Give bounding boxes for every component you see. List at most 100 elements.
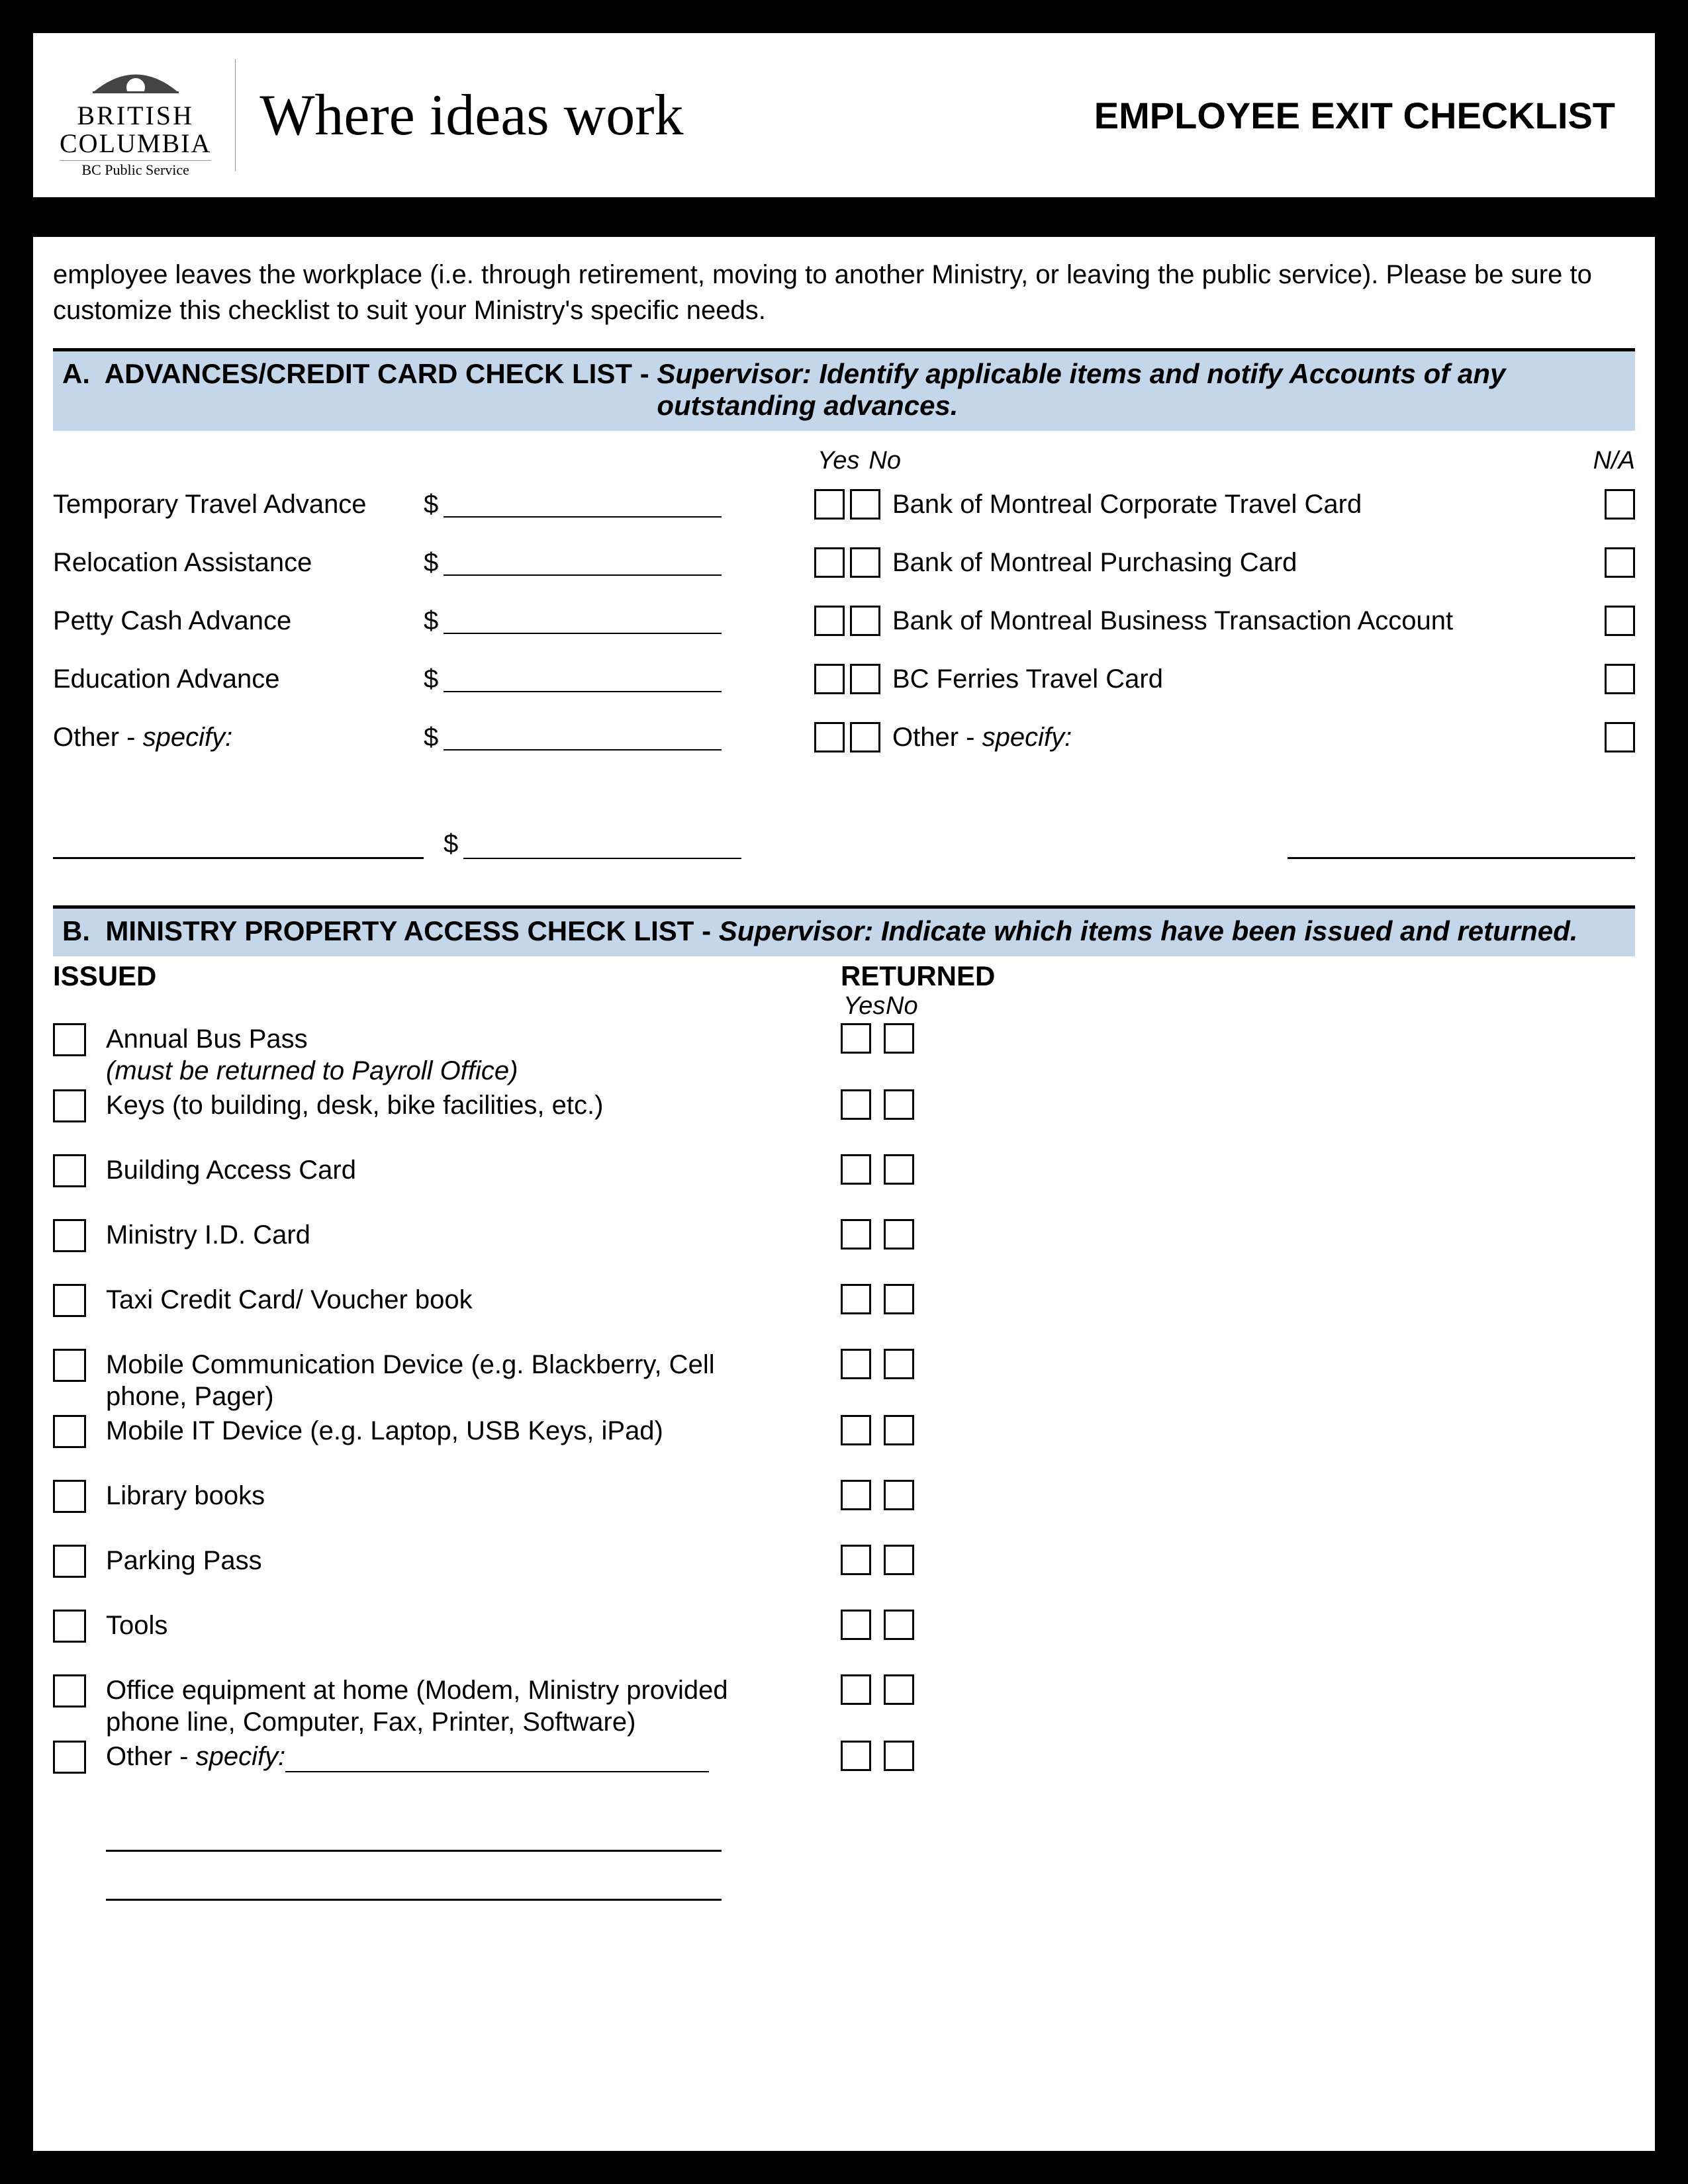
section-b-row: Parking Pass <box>53 1542 1635 1607</box>
amount-field[interactable] <box>444 608 722 634</box>
returned-yes-checkbox[interactable] <box>841 1023 871 1054</box>
advance-label: Petty Cash Advance <box>53 606 424 636</box>
section-b-row: Mobile Communication Device (e.g. Blackb… <box>53 1346 1635 1412</box>
issued-checkbox[interactable] <box>53 1674 86 1707</box>
no-checkbox[interactable] <box>850 489 880 520</box>
section-b-row: Other - specify: <box>53 1738 1635 1803</box>
issued-checkbox[interactable] <box>53 1545 86 1578</box>
issued-checkbox[interactable] <box>53 1741 86 1774</box>
currency: $ <box>424 723 444 752</box>
property-label: Office equipment at home (Modem, Ministr… <box>106 1674 794 1738</box>
property-label: Mobile Communication Device (e.g. Blackb… <box>106 1349 794 1412</box>
returned-no-checkbox[interactable] <box>884 1219 914 1250</box>
returned-yes-checkbox[interactable] <box>841 1349 871 1379</box>
other-line-2[interactable] <box>106 1868 722 1901</box>
card-label: Bank of Montreal Purchasing Card <box>892 548 1605 578</box>
no-checkbox[interactable] <box>850 547 880 578</box>
issued-checkbox[interactable] <box>53 1349 86 1382</box>
currency: $ <box>424 490 444 520</box>
intro-text: employee leaves the workplace (i.e. thro… <box>33 237 1655 341</box>
property-label: Other - specify: <box>106 1741 794 1772</box>
section-a-row: Relocation Assistance$Bank of Montreal P… <box>53 533 1635 592</box>
section-a-lead: A. ADVANCES/CREDIT CARD CHECK LIST - <box>62 358 657 422</box>
yes-checkbox[interactable] <box>814 489 845 520</box>
total-left-line[interactable] <box>53 826 424 859</box>
section-a-row: Education Advance$BC Ferries Travel Card <box>53 650 1635 708</box>
property-label: Taxi Credit Card/ Voucher book <box>106 1284 794 1316</box>
section-b-row: Building Access Card <box>53 1152 1635 1216</box>
issued-checkbox[interactable] <box>53 1480 86 1513</box>
issued-checkbox[interactable] <box>53 1154 86 1187</box>
returned-yes-checkbox[interactable] <box>841 1219 871 1250</box>
section-b-col-headers: ISSUED RETURNED <box>53 960 1635 992</box>
bc-logo: BRITISH COLUMBIA BC Public Service <box>60 53 211 177</box>
na-checkbox[interactable] <box>1605 722 1635 752</box>
returned-no-checkbox[interactable] <box>884 1089 914 1120</box>
no-checkbox[interactable] <box>850 664 880 694</box>
returned-no-checkbox[interactable] <box>884 1023 914 1054</box>
section-b-lead: B. MINISTRY PROPERTY ACCESS CHECK LIST - <box>62 915 719 947</box>
returned-yes-checkbox[interactable] <box>841 1610 871 1640</box>
yes-label: Yes <box>843 992 886 1021</box>
amount-field[interactable] <box>444 491 722 518</box>
section-b-row: Annual Bus Pass(must be returned to Payr… <box>53 1021 1635 1087</box>
yes-checkbox[interactable] <box>814 606 845 636</box>
amount-field[interactable] <box>444 666 722 692</box>
na-checkbox[interactable] <box>1605 664 1635 694</box>
returned-no-checkbox[interactable] <box>884 1741 914 1771</box>
advance-label: Temporary Travel Advance <box>53 490 424 520</box>
sunrise-icon <box>86 53 185 99</box>
issued-checkbox[interactable] <box>53 1219 86 1252</box>
na-checkbox[interactable] <box>1605 489 1635 520</box>
section-b-row: Library books <box>53 1477 1635 1542</box>
no-label: No <box>886 992 918 1021</box>
returned-no-checkbox[interactable] <box>884 1480 914 1510</box>
returned-no-checkbox[interactable] <box>884 1154 914 1185</box>
yes-checkbox[interactable] <box>814 547 845 578</box>
page: BRITISH COLUMBIA BC Public Service Where… <box>0 0 1688 2184</box>
no-checkbox[interactable] <box>850 722 880 752</box>
section-a: Yes No N/A Temporary Travel Advance$Bank… <box>53 447 1635 859</box>
other-line-1[interactable] <box>106 1819 722 1852</box>
returned-yes-checkbox[interactable] <box>841 1480 871 1510</box>
property-label: Annual Bus Pass(must be returned to Payr… <box>106 1023 794 1087</box>
advance-label: Relocation Assistance <box>53 548 424 578</box>
na-checkbox[interactable] <box>1605 547 1635 578</box>
issued-checkbox[interactable] <box>53 1610 86 1643</box>
issued-checkbox[interactable] <box>53 1415 86 1448</box>
issued-checkbox[interactable] <box>53 1023 86 1056</box>
returned-yes-checkbox[interactable] <box>841 1415 871 1445</box>
returned-yes-checkbox[interactable] <box>841 1284 871 1314</box>
yes-checkbox[interactable] <box>814 722 845 752</box>
yes-checkbox[interactable] <box>814 664 845 694</box>
returned-yes-checkbox[interactable] <box>841 1545 871 1575</box>
returned-yes-checkbox[interactable] <box>841 1674 871 1705</box>
total-amount-field[interactable] <box>463 833 741 859</box>
issued-checkbox[interactable] <box>53 1284 86 1317</box>
returned-yes-checkbox[interactable] <box>841 1741 871 1771</box>
returned-no-checkbox[interactable] <box>884 1415 914 1445</box>
returned-yes-checkbox[interactable] <box>841 1089 871 1120</box>
na-checkbox[interactable] <box>1605 606 1635 636</box>
no-checkbox[interactable] <box>850 606 880 636</box>
returned-no-checkbox[interactable] <box>884 1284 914 1314</box>
returned-yes-checkbox[interactable] <box>841 1154 871 1185</box>
amount-field[interactable] <box>444 549 722 576</box>
section-b-row: Keys (to building, desk, bike facilities… <box>53 1087 1635 1152</box>
issued-checkbox[interactable] <box>53 1089 86 1122</box>
returned-no-checkbox[interactable] <box>884 1674 914 1705</box>
returned-no-checkbox[interactable] <box>884 1610 914 1640</box>
section-a-desc: Supervisor: Identify applicable items an… <box>657 358 1626 422</box>
total-right-line[interactable] <box>1288 826 1635 859</box>
returned-header: RETURNED <box>841 960 995 992</box>
returned-no-checkbox[interactable] <box>884 1349 914 1379</box>
card-label: BC Ferries Travel Card <box>892 664 1605 694</box>
section-b-row: Taxi Credit Card/ Voucher book <box>53 1281 1635 1346</box>
na-label: N/A <box>1593 447 1635 475</box>
issued-header: ISSUED <box>53 960 841 992</box>
amount-field[interactable] <box>444 724 722 751</box>
page-title: EMPLOYEE EXIT CHECKLIST <box>1094 94 1615 137</box>
other-specify-field[interactable] <box>285 1750 709 1772</box>
returned-no-checkbox[interactable] <box>884 1545 914 1575</box>
advance-label: Education Advance <box>53 664 424 694</box>
